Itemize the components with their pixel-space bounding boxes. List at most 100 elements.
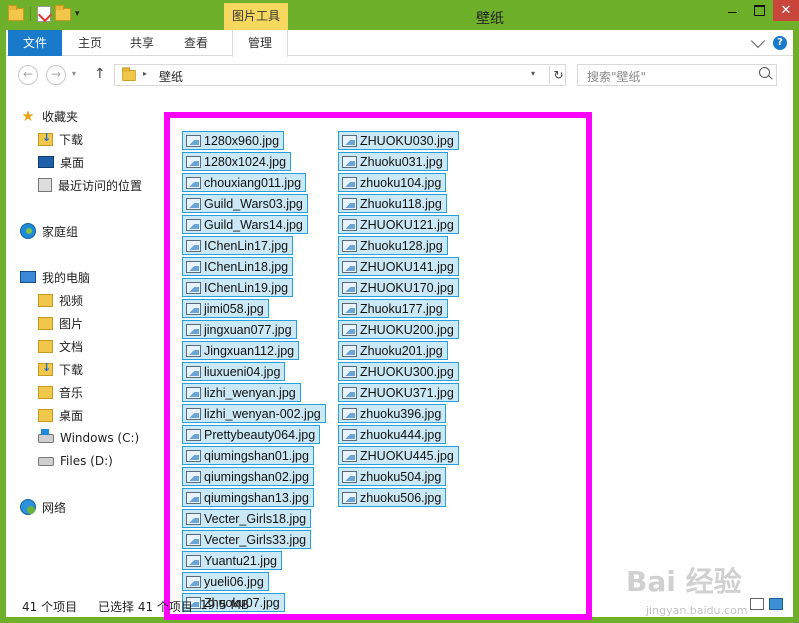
image-file-icon <box>342 260 357 273</box>
address-history-chevron-icon[interactable]: ▾ <box>531 69 535 78</box>
sidebar-item-homegroup[interactable]: 家庭组 <box>20 221 78 241</box>
ribbon-right-controls: ? <box>750 33 787 50</box>
file-item[interactable]: 1280x960.jpg <box>182 131 285 150</box>
file-item[interactable]: Zhuoku128.jpg <box>338 236 448 255</box>
file-item[interactable]: zhuoku506.jpg <box>338 488 447 507</box>
sidebar-item-drive-d[interactable]: Files (D:) <box>38 451 113 471</box>
file-item[interactable]: jimi058.jpg <box>182 299 269 318</box>
sidebar-item-downloads-pc[interactable]: 下载 <box>38 359 83 379</box>
file-item[interactable]: Guild_Wars14.jpg <box>182 215 308 234</box>
breadcrumb-current[interactable]: 壁纸 <box>159 68 183 85</box>
sidebar-item-pictures[interactable]: 图片 <box>38 313 83 333</box>
search-icon[interactable] <box>759 67 770 78</box>
file-item[interactable]: yueli06.jpg <box>182 572 269 591</box>
tab-share[interactable]: 共享 <box>124 30 160 56</box>
sidebar-item-desktop-pc[interactable]: 桌面 <box>38 405 83 425</box>
sidebar-item-network[interactable]: 网络 <box>20 497 66 517</box>
folder-icon <box>38 408 53 422</box>
file-item[interactable]: qiumingshan02.jpg <box>182 467 314 486</box>
file-name: Guild_Wars14.jpg <box>204 217 303 232</box>
forward-button[interactable]: → <box>46 65 66 85</box>
file-item[interactable]: Guild_Wars03.jpg <box>182 194 308 213</box>
file-item[interactable]: IChenLin18.jpg <box>182 257 294 276</box>
sidebar-item-this-pc[interactable]: 我的电脑 <box>20 267 90 287</box>
file-item[interactable]: ZHUOKU141.jpg <box>338 257 459 276</box>
file-name: zhuoku506.jpg <box>360 490 442 505</box>
up-button[interactable]: ↑ <box>94 66 106 82</box>
breadcrumb-arrow-icon[interactable]: ▸ <box>143 69 147 78</box>
file-item[interactable]: zhuoku444.jpg <box>338 425 447 444</box>
minimize-button[interactable] <box>719 0 746 21</box>
file-item[interactable]: jingxuan077.jpg <box>182 320 297 339</box>
sidebar-item-documents[interactable]: 文档 <box>38 336 83 356</box>
sidebar-item-drive-c[interactable]: Windows (C:) <box>38 428 139 448</box>
sidebar-item-label: 视频 <box>59 293 84 308</box>
file-item[interactable]: ZHUOKU200.jpg <box>338 320 459 339</box>
properties-icon[interactable] <box>37 6 51 22</box>
search-box[interactable]: 搜索"壁纸" <box>577 64 777 86</box>
file-item[interactable]: Vecter_Girls33.jpg <box>182 530 312 549</box>
help-icon[interactable]: ? <box>773 36 787 50</box>
file-item[interactable]: qiumingshan13.jpg <box>182 488 314 507</box>
folder-icon <box>122 67 136 82</box>
file-item[interactable]: Zhuoku201.jpg <box>338 341 448 360</box>
back-button[interactable]: ← <box>18 65 38 85</box>
recent-locations-chevron-icon[interactable]: ▾ <box>72 69 76 78</box>
sidebar-item-label: Files (D:) <box>60 454 113 468</box>
file-item[interactable]: Jingxuan112.jpg <box>182 341 300 360</box>
expand-ribbon-icon[interactable] <box>750 33 766 49</box>
file-item[interactable]: ZHUOKU445.jpg <box>338 446 459 465</box>
image-file-icon <box>186 260 201 273</box>
file-name: zhuoku504.jpg <box>360 469 442 484</box>
tab-file[interactable]: 文件 <box>8 30 62 56</box>
file-name: IChenLin18.jpg <box>204 259 289 274</box>
chevron-down-icon[interactable]: ▾ <box>75 9 80 19</box>
sidebar-item-recent-places[interactable]: 最近访问的位置 <box>38 175 142 195</box>
folder-icon[interactable] <box>8 4 24 21</box>
file-item[interactable]: IChenLin19.jpg <box>182 278 294 297</box>
file-item[interactable]: Zhuoku118.jpg <box>338 194 447 213</box>
file-item[interactable]: ZHUOKU371.jpg <box>338 383 459 402</box>
file-item[interactable]: chouxiang011.jpg <box>182 173 307 192</box>
file-item[interactable]: Zhuoku031.jpg <box>338 152 448 171</box>
file-item[interactable]: ZHUOKU170.jpg <box>338 278 459 297</box>
file-item[interactable]: lizhi_wenyan.jpg <box>182 383 301 402</box>
file-name: Zhuoku128.jpg <box>360 238 443 253</box>
file-item[interactable]: ZHUOKU300.jpg <box>338 362 459 381</box>
file-item[interactable]: IChenLin17.jpg <box>182 236 294 255</box>
details-view-icon[interactable] <box>750 598 764 610</box>
sidebar-item-videos[interactable]: 视频 <box>38 290 83 310</box>
close-button[interactable]: ✕ <box>773 0 799 21</box>
image-file-icon <box>342 134 357 147</box>
file-item[interactable]: zhuoku504.jpg <box>338 467 447 486</box>
new-folder-icon[interactable] <box>55 4 71 21</box>
file-item[interactable]: qiumingshan01.jpg <box>182 446 314 465</box>
file-name: Zhuoku118.jpg <box>360 196 442 211</box>
tab-home[interactable]: 主页 <box>72 30 108 56</box>
file-item[interactable]: lizhi_wenyan-002.jpg <box>182 404 326 423</box>
file-item[interactable]: ZHUOKU121.jpg <box>338 215 459 234</box>
refresh-button[interactable]: ↻ <box>549 66 567 84</box>
file-item[interactable]: liuxueni04.jpg <box>182 362 286 381</box>
file-item[interactable]: ZHUOKU030.jpg <box>338 131 459 150</box>
file-item[interactable]: Zhuoku177.jpg <box>338 299 448 318</box>
file-item[interactable]: Prettybeauty064.jpg <box>182 425 321 444</box>
tab-view[interactable]: 查看 <box>178 30 214 56</box>
file-item[interactable]: 1280x1024.jpg <box>182 152 292 171</box>
explorer-window: 文件 主页 共享 查看 管理 ? ← → ▾ ↑ ▸ 壁纸 ▾ ↻ 搜索"壁纸"… <box>6 30 793 620</box>
file-item[interactable]: Yuantu21.jpg <box>182 551 282 570</box>
file-item[interactable]: zhuoku396.jpg <box>338 404 447 423</box>
tab-manage[interactable]: 管理 <box>232 30 288 57</box>
file-name: Jingxuan112.jpg <box>204 343 295 358</box>
file-item[interactable]: zhuoku104.jpg <box>338 173 447 192</box>
sidebar-item-downloads[interactable]: 下载 <box>38 129 83 149</box>
image-file-icon <box>342 449 357 462</box>
sidebar-item-desktop[interactable]: 桌面 <box>38 152 84 172</box>
large-icons-view-icon[interactable] <box>769 598 783 610</box>
sidebar-item-favorites[interactable]: ★ 收藏夹 <box>20 106 78 126</box>
address-bar[interactable]: ▸ 壁纸 ▾ ↻ <box>114 64 566 86</box>
maximize-button[interactable] <box>746 0 773 21</box>
sidebar-item-music[interactable]: 音乐 <box>38 382 83 402</box>
file-item[interactable]: Vecter_Girls18.jpg <box>182 509 312 528</box>
file-name: Yuantu21.jpg <box>204 553 277 568</box>
